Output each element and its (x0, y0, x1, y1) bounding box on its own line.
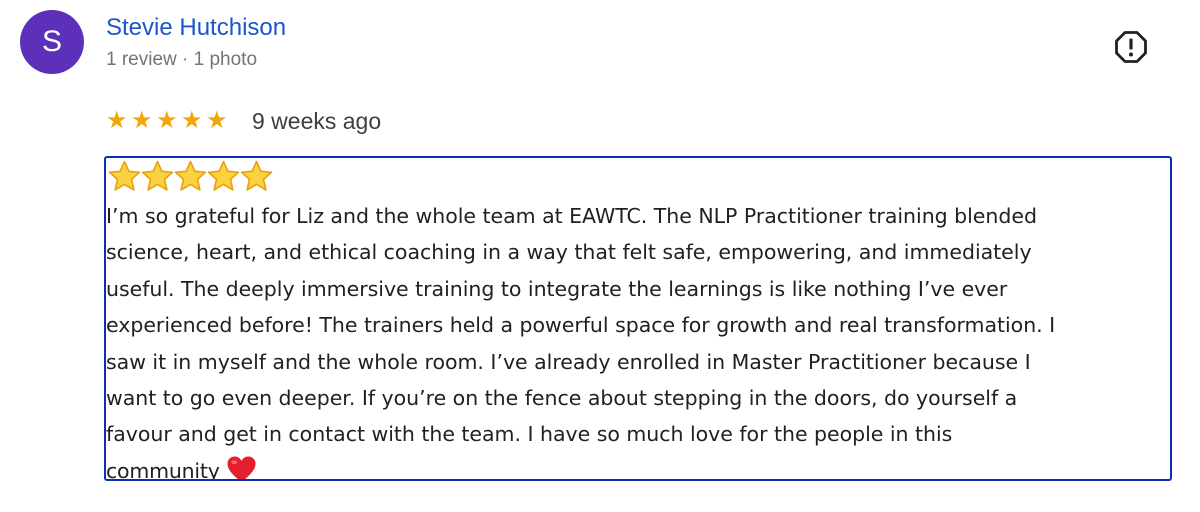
star-emoji (108, 160, 141, 191)
star-rating: ★ ★ ★ ★ ★ (106, 109, 231, 133)
star-emoji (174, 160, 207, 191)
review-text-line: useful. The deeply immersive training to… (106, 276, 1008, 301)
rating-row: ★ ★ ★ ★ ★ 9 weeks ago (106, 104, 381, 138)
review-text-line: science, heart, and ethical coaching in … (106, 240, 1032, 265)
review-text-line: saw it in myself and the whole room. I’v… (106, 349, 1031, 374)
star-icon: ★ (181, 107, 203, 134)
report-review-button[interactable] (1110, 26, 1152, 68)
star-icon: ★ (206, 107, 228, 134)
review-text-line: experienced before! The trainers held a … (106, 313, 1056, 338)
review-text-line: I’m so grateful for Liz and the whole te… (106, 204, 1037, 228)
review-text-highlight: I’m so grateful for Liz and the whole te… (104, 156, 1172, 481)
red-heart-emoji (227, 456, 256, 479)
emoji-star-row (108, 160, 273, 192)
reviewer-avatar[interactable]: S (20, 10, 84, 74)
star-icon: ★ (156, 107, 178, 134)
review-date: 9 weeks ago (252, 108, 382, 134)
avatar-initial: S (41, 25, 62, 58)
review-text-line: community (106, 453, 1170, 479)
report-flag-icon (1115, 31, 1147, 63)
review-text-line: favour and get in contact with the team.… (106, 422, 953, 447)
review-text: I’m so grateful for Liz and the whole te… (106, 198, 1170, 479)
star-emoji (207, 160, 240, 191)
star-icon: ★ (106, 107, 128, 134)
star-emoji (240, 160, 273, 191)
reviewer-meta: 1 review · 1 photo (106, 49, 258, 70)
star-icon: ★ (131, 107, 153, 134)
star-emoji (141, 160, 174, 191)
reviewer-name-link[interactable]: Stevie Hutchison (106, 13, 286, 43)
review-text-line: want to go even deeper. If you’re on the… (106, 386, 1018, 411)
